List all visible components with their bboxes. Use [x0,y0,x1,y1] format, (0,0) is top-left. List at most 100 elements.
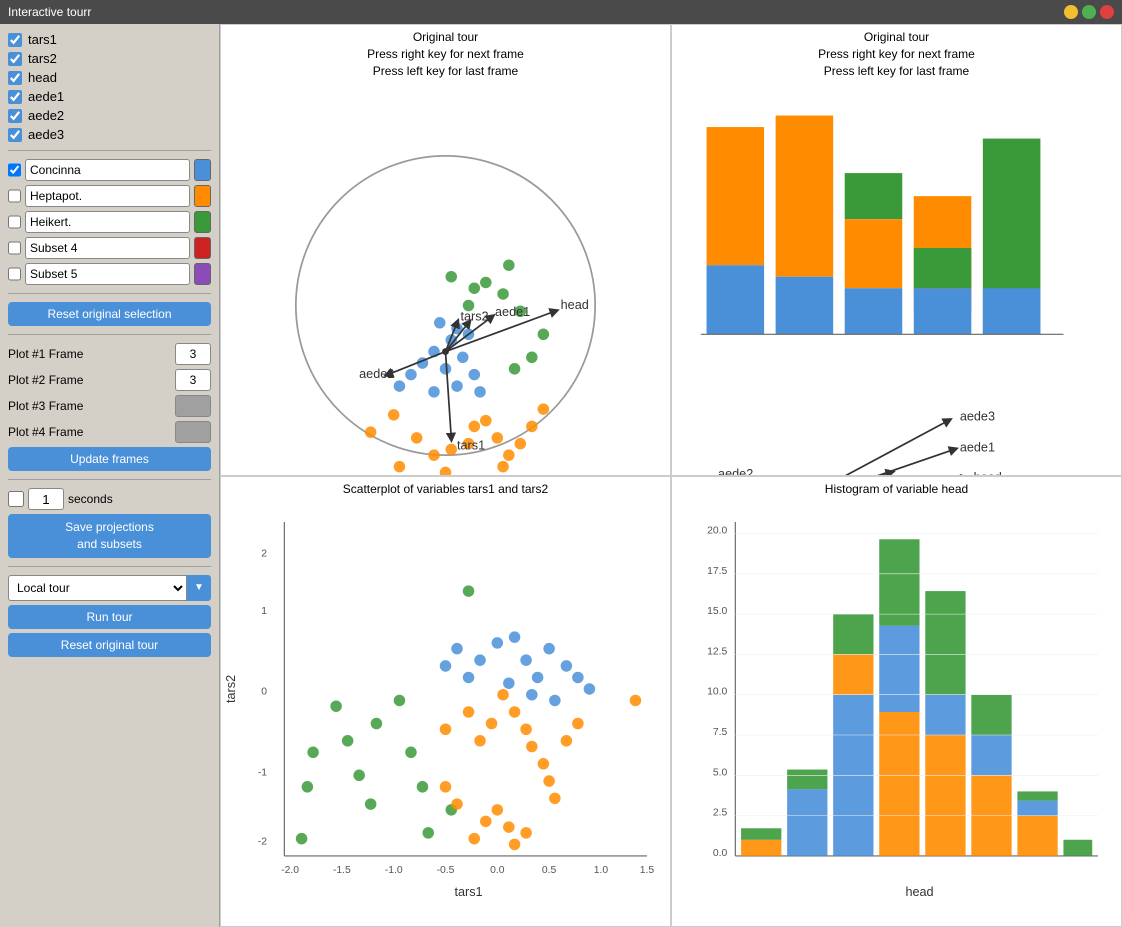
plot-bottomleft: Scatterplot of variables tars1 and tars2… [220,476,671,927]
plot4-frame-disabled [175,421,211,443]
var-tars1-row: tars1 [8,32,211,47]
subset-concinna-checkbox[interactable] [8,162,21,178]
subset-5-row [8,263,211,285]
seconds-input[interactable] [28,488,64,510]
tour-biplot-svg: head tars1 aede1 aede2 tars2 [221,81,670,475]
plot2-frame-input[interactable] [175,369,211,391]
var-tars2-label: tars2 [28,51,57,66]
svg-text:15.0: 15.0 [707,606,727,617]
subset-5-color[interactable] [194,263,211,285]
svg-text:2: 2 [261,549,267,560]
svg-text:17.5: 17.5 [707,566,727,577]
main-content: Original tour Press right key for next f… [220,24,1122,927]
svg-text:1: 1 [261,606,267,617]
subset-4-checkbox[interactable] [8,240,21,256]
plot3-frame-row: Plot #3 Frame [8,395,211,417]
svg-text:-1: -1 [258,768,267,779]
svg-text:10.0: 10.0 [707,687,727,698]
seconds-row: seconds [8,488,211,510]
svg-text:12.5: 12.5 [707,647,727,658]
subset-4-color[interactable] [194,237,211,259]
svg-text:-0.5: -0.5 [437,865,455,876]
var-tars2-checkbox[interactable] [8,52,22,66]
scatter-svg: 2 1 0 -1 -2 -2.0 -1.5 -1.0 -0.5 0.0 0.5 … [221,499,670,927]
subset-4-row [8,237,211,259]
var-aede1-checkbox[interactable] [8,90,22,104]
var-aede1-label: aede1 [28,89,64,104]
var-tars1-checkbox[interactable] [8,33,22,47]
tour-dropdown-row: Local tour Grand tour Little tour ▼ [8,575,211,601]
plot1-frame-input[interactable] [175,343,211,365]
plot2-frame-label: Plot #2 Frame [8,373,169,387]
svg-text:head: head [905,885,933,899]
var-aede3-row: aede3 [8,127,211,142]
var-aede2-checkbox[interactable] [8,109,22,123]
var-head-label: head [28,70,57,85]
var-aede2-row: aede2 [8,108,211,123]
plot4-frame-row: Plot #4 Frame [8,421,211,443]
tour-select[interactable]: Local tour Grand tour Little tour [8,575,187,601]
divider-4 [8,479,211,480]
svg-text:20.0: 20.0 [707,526,727,537]
subset-heptapot-checkbox[interactable] [8,188,21,204]
plot-topleft: Original tour Press right key for next f… [220,24,671,476]
plot4-frame-label: Plot #4 Frame [8,425,169,439]
save-projections-button[interactable]: Save projections and subsets [8,514,211,558]
subset-heikert-row [8,211,211,233]
plot2-frame-row: Plot #2 Frame [8,369,211,391]
svg-text:2.5: 2.5 [713,808,728,819]
divider-3 [8,334,211,335]
maximize-button[interactable] [1082,5,1096,19]
subset-5-checkbox[interactable] [8,266,21,282]
plot3-frame-label: Plot #3 Frame [8,399,169,413]
minimize-button[interactable] [1064,5,1078,19]
var-aede3-label: aede3 [28,127,64,142]
tour-dropdown-arrow[interactable]: ▼ [187,575,211,601]
divider-2 [8,293,211,294]
subset-4-input[interactable] [25,237,190,259]
svg-text:5.0: 5.0 [713,768,728,779]
var-tars1-label: tars1 [28,32,57,47]
svg-text:tars1: tars1 [454,885,482,899]
subset-heptapot-input[interactable] [25,185,190,207]
plot-bottomright-title: Histogram of variable head [672,477,1121,500]
tour-histogram-svg: aede2 aede3 aede1 head tars2 tars1 [672,81,1121,475]
subset-concinna-row [8,159,211,181]
subset-heikert-color[interactable] [194,211,211,233]
close-button[interactable] [1100,5,1114,19]
plot-bottomleft-title: Scatterplot of variables tars1 and tars2 [221,477,670,500]
svg-text:aede3: aede3 [960,410,995,424]
run-tour-button[interactable]: Run tour [8,605,211,629]
subset-concinna-color[interactable] [194,159,211,181]
svg-text:tars1: tars1 [457,439,485,453]
seconds-checkbox[interactable] [8,491,24,507]
subset-5-input[interactable] [25,263,190,285]
histogram-svg: 0.0 2.5 5.0 7.5 10.0 12.5 15.0 17.5 20.0 [672,499,1121,927]
subset-heptapot-color[interactable] [194,185,211,207]
svg-text:-1.5: -1.5 [333,865,351,876]
svg-text:0: 0 [261,687,267,698]
title-bar: Interactive tourr [0,0,1122,24]
update-frames-button[interactable]: Update frames [8,447,211,471]
svg-text:-2.0: -2.0 [281,865,299,876]
var-tars2-row: tars2 [8,51,211,66]
plot-topright-title: Original tour Press right key for next f… [672,25,1121,81]
svg-text:-2: -2 [258,837,267,848]
subset-heikert-input[interactable] [25,211,190,233]
svg-text:-1.0: -1.0 [385,865,403,876]
subset-heikert-checkbox[interactable] [8,214,21,230]
plot1-frame-label: Plot #1 Frame [8,347,169,361]
var-aede3-checkbox[interactable] [8,128,22,142]
plot-topright: Original tour Press right key for next f… [671,24,1122,476]
svg-text:tars2: tars2 [224,675,238,703]
var-aede2-label: aede2 [28,108,64,123]
subset-concinna-input[interactable] [25,159,190,181]
reset-tour-button[interactable]: Reset original tour [8,633,211,657]
reset-selection-button[interactable]: Reset original selection [8,302,211,326]
svg-text:1.5: 1.5 [640,865,655,876]
divider-5 [8,566,211,567]
sidebar: tars1 tars2 head aede1 aede2 aede3 [0,24,220,927]
var-head-checkbox[interactable] [8,71,22,85]
svg-text:aede2: aede2 [359,367,394,381]
svg-text:aede1: aede1 [495,305,530,319]
